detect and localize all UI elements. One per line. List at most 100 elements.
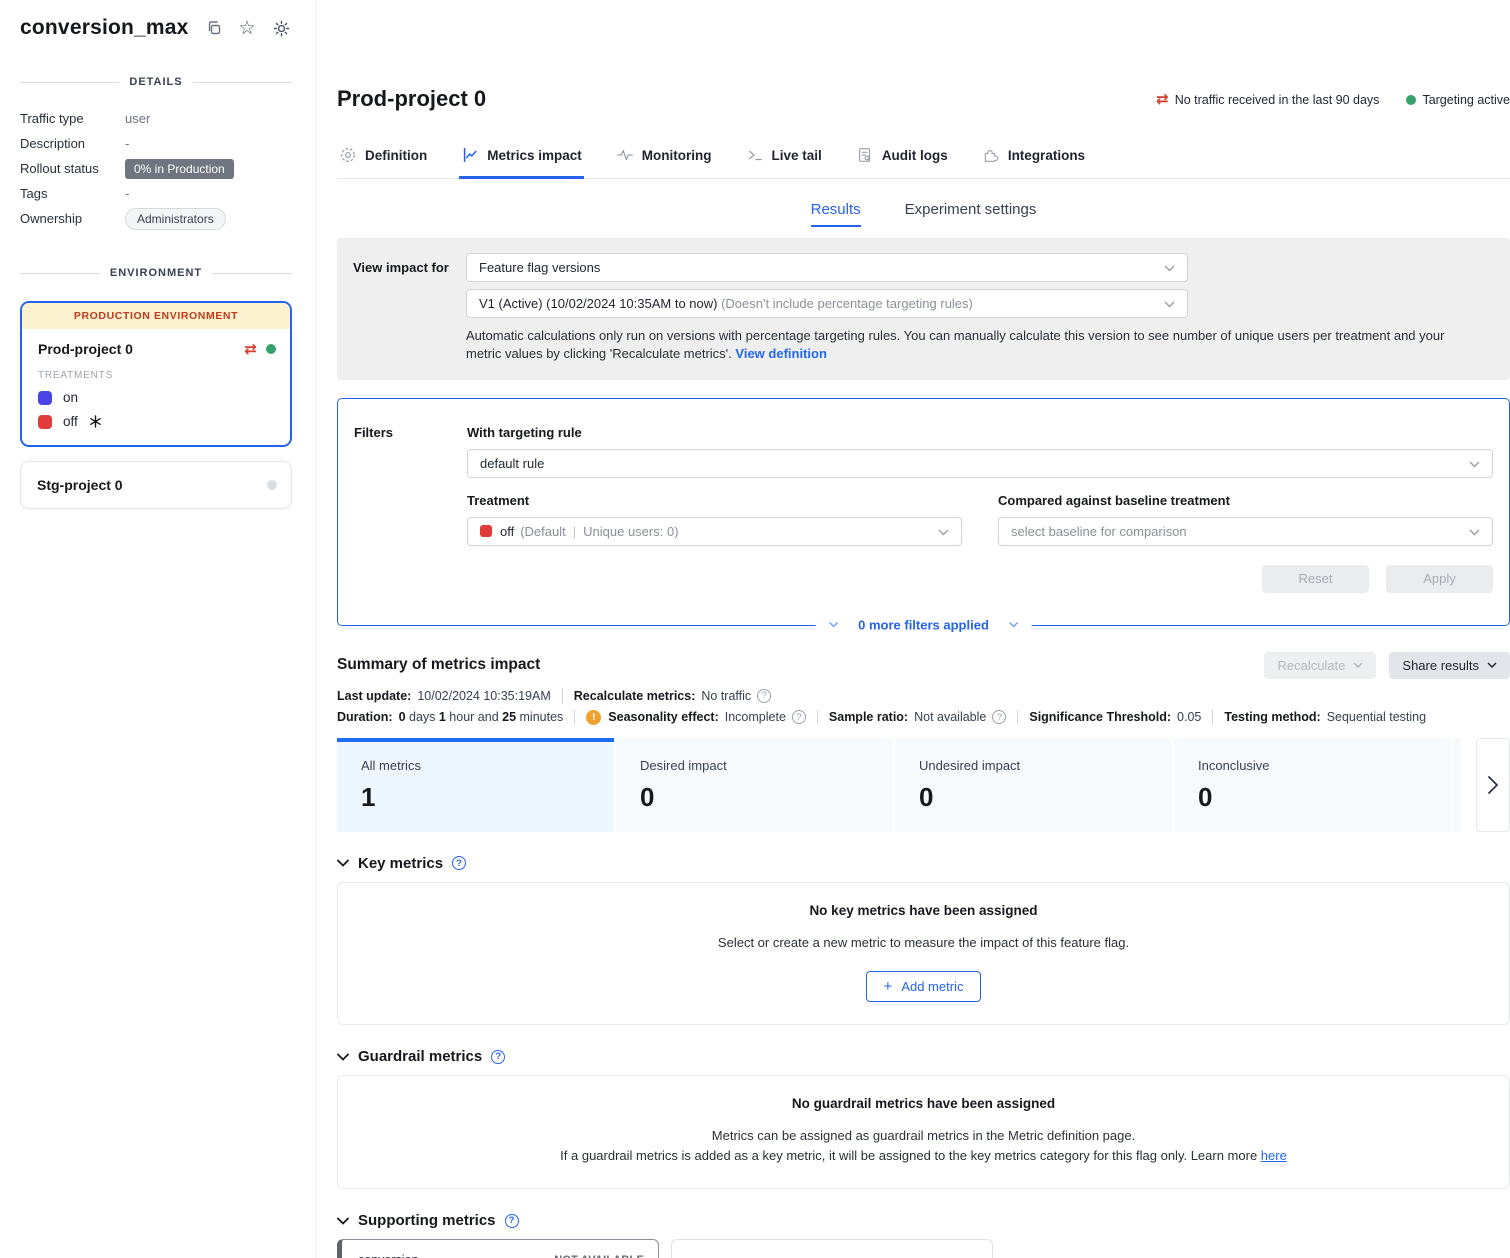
- subtab-experiment-settings[interactable]: Experiment settings: [905, 201, 1037, 227]
- detail-label: Description: [20, 136, 125, 151]
- results-subtabs: Results Experiment settings: [337, 201, 1510, 227]
- divider: [193, 82, 292, 83]
- detail-label: Rollout status: [20, 161, 125, 176]
- version-dropdown[interactable]: V1 (Active) (10/02/2024 10:35AM to now) …: [466, 289, 1188, 318]
- page-title: Prod-project 0: [337, 86, 486, 112]
- treatment-label: Treatment: [467, 493, 962, 508]
- tab-integrations[interactable]: Integrations: [980, 136, 1087, 179]
- divider: [574, 710, 575, 724]
- divider: [212, 273, 292, 274]
- rollout-status-badge: 0% in Production: [125, 159, 234, 179]
- impact-card-undesired[interactable]: Undesired impact 0: [895, 738, 1172, 832]
- prod-environment-name: Prod-project 0: [38, 341, 244, 357]
- recalculate-button[interactable]: Recalculate: [1264, 652, 1376, 679]
- cards-next-button[interactable]: [1476, 738, 1510, 832]
- learn-more-link[interactable]: here: [1261, 1148, 1287, 1163]
- help-icon[interactable]: ?: [505, 1214, 519, 1228]
- tab-label: Live tail: [772, 148, 822, 163]
- help-icon[interactable]: ?: [452, 856, 466, 870]
- collapse-chevron-icon[interactable]: [337, 1217, 349, 1225]
- no-traffic-status: ⇄ No traffic received in the last 90 day…: [1156, 92, 1379, 107]
- chevron-down-icon: [828, 622, 838, 628]
- version-type-dropdown[interactable]: Feature flag versions: [466, 253, 1188, 282]
- treatment-note: Unique users: 0): [583, 524, 678, 539]
- staging-environment-card[interactable]: Stg-project 0: [20, 461, 292, 509]
- tab-live-tail[interactable]: Live tail: [744, 136, 824, 179]
- production-environment-card[interactable]: PRODUCTION ENVIRONMENT Prod-project 0 ⇄ …: [20, 301, 292, 447]
- help-icon[interactable]: ?: [992, 710, 1006, 724]
- filters-title: Filters: [354, 425, 467, 593]
- environment-heading: ENVIRONMENT: [110, 267, 202, 279]
- card-label: Inconclusive: [1198, 758, 1451, 773]
- help-icon[interactable]: ?: [792, 710, 806, 724]
- detail-row-ownership: Ownership Administrators: [20, 206, 292, 231]
- card-label: Desired impact: [640, 758, 893, 773]
- plus-icon: +: [884, 979, 893, 994]
- inactive-status-dot: [267, 480, 277, 490]
- metric-status: NOT AVAILABLE: [554, 1254, 644, 1258]
- impact-card-all-metrics[interactable]: All metrics 1: [337, 738, 614, 832]
- duration-label: Duration:: [337, 710, 393, 724]
- summary-meta-line-2: Duration: 0 days 1 hour and 25 minutes !…: [337, 710, 1510, 725]
- tab-label: Audit logs: [882, 148, 948, 163]
- default-treatment-icon: [89, 415, 102, 428]
- guardrail-info-line1: Metrics can be assigned as guardrail met…: [358, 1126, 1489, 1146]
- treatment-dropdown[interactable]: off (Default | Unique users: 0): [467, 517, 962, 546]
- ownership-pill[interactable]: Administrators: [125, 208, 226, 230]
- main-tabs: Definition Metrics impact Monitoring: [337, 136, 1510, 179]
- chevron-down-icon: [1009, 622, 1019, 628]
- more-filters-text: 0 more filters applied: [858, 617, 989, 632]
- card-value: 0: [1198, 782, 1451, 813]
- add-metric-button[interactable]: + Add metric: [866, 971, 982, 1002]
- tab-definition[interactable]: Definition: [337, 136, 429, 179]
- reset-button[interactable]: Reset: [1262, 565, 1369, 593]
- version-type-value: Feature flag versions: [479, 260, 600, 275]
- treatments-label: TREATMENTS: [38, 370, 276, 381]
- treatment-row-off: off: [38, 414, 276, 429]
- targeting-rule-dropdown[interactable]: default rule: [467, 449, 1493, 478]
- filters-panel: Filters With targeting rule default rule…: [337, 398, 1510, 626]
- metric-card-conversion[interactable]: conversion NOT AVAILABLE N/A ? No calcul…: [337, 1239, 659, 1258]
- card-label: Undesired impact: [919, 758, 1172, 773]
- tab-metrics-impact[interactable]: Metrics impact: [459, 136, 584, 179]
- stg-environment-name: Stg-project 0: [37, 477, 267, 493]
- chevron-down-icon: [1469, 524, 1480, 539]
- duration-value: 0 days 1 hour and 25 minutes: [399, 710, 564, 724]
- detail-value: -: [125, 136, 129, 151]
- treatment-row-on: on: [38, 390, 276, 405]
- manage-metrics-button[interactable]: + Manage metrics: [671, 1239, 993, 1258]
- impact-card-inconclusive[interactable]: Inconclusive 0: [1174, 738, 1451, 832]
- tab-audit-logs[interactable]: Audit logs: [854, 136, 950, 179]
- help-icon[interactable]: ?: [491, 1050, 505, 1064]
- add-metric-label: Add metric: [901, 979, 963, 994]
- gear-icon[interactable]: [272, 19, 291, 38]
- card-value: 0: [640, 782, 893, 813]
- treatment-on-swatch: [38, 391, 52, 405]
- divider: [1212, 710, 1213, 724]
- collapse-chevron-icon[interactable]: [337, 859, 349, 867]
- view-definition-link[interactable]: View definition: [735, 346, 827, 361]
- star-icon[interactable]: ☆: [239, 19, 256, 38]
- share-results-button[interactable]: Share results: [1389, 652, 1510, 679]
- baseline-dropdown[interactable]: select baseline for comparison: [998, 517, 1493, 546]
- summary-meta-line-1: Last update: 10/02/2024 10:35:19AM Recal…: [337, 689, 1510, 703]
- subtab-results[interactable]: Results: [811, 201, 861, 227]
- impact-card-desired[interactable]: Desired impact 0: [616, 738, 893, 832]
- divider: [20, 82, 119, 83]
- copy-icon[interactable]: [205, 19, 223, 37]
- more-filters-toggle[interactable]: 0 more filters applied: [815, 617, 1032, 632]
- apply-button[interactable]: Apply: [1386, 565, 1493, 593]
- app-window: conversion_max ☆ DETAILS: [0, 0, 1510, 1258]
- detail-row-description: Description -: [20, 131, 292, 156]
- sample-ratio-value: Not available: [914, 710, 986, 724]
- collapse-chevron-icon[interactable]: [337, 1053, 349, 1061]
- card-value: 1: [361, 782, 614, 813]
- tab-monitoring[interactable]: Monitoring: [614, 136, 714, 179]
- key-metrics-title: Key metrics: [358, 855, 443, 872]
- detail-value: -: [125, 186, 129, 201]
- no-traffic-icon: ⇄: [1156, 92, 1169, 107]
- help-icon[interactable]: ?: [757, 689, 771, 703]
- tab-label: Monitoring: [642, 148, 712, 163]
- supporting-metrics-cards: conversion NOT AVAILABLE N/A ? No calcul…: [337, 1239, 1510, 1258]
- treatment-note: (Default: [520, 524, 566, 539]
